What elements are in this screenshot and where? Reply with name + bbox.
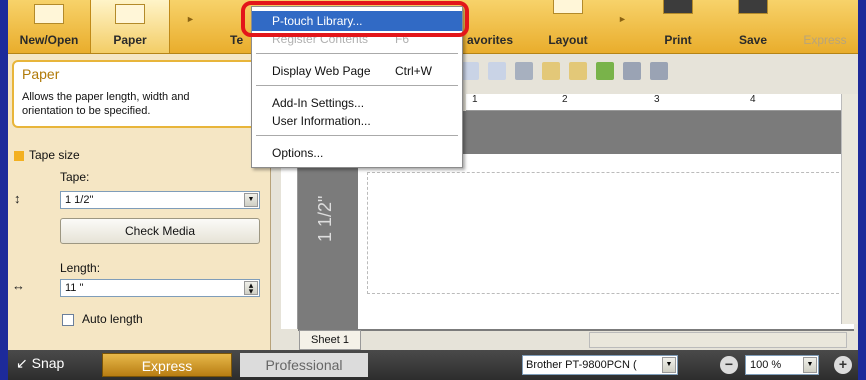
- arrow-icon: ►: [618, 14, 627, 24]
- new-open-button[interactable]: New/Open: [8, 0, 90, 53]
- paper-panel: Paper Allows the paper length, width and…: [8, 54, 271, 350]
- document-icon: [34, 4, 64, 24]
- undo-icon[interactable]: [596, 62, 615, 80]
- menu-item-add-in-settings[interactable]: Add-In Settings...: [252, 93, 462, 113]
- chevron-down-icon[interactable]: ▼: [803, 357, 817, 373]
- panel-title: Paper: [22, 66, 60, 82]
- copy-icon[interactable]: [542, 62, 561, 80]
- zoom-in-icon[interactable]: +: [834, 356, 852, 374]
- paper-icon: [115, 4, 145, 24]
- paper-info-box: Paper Allows the paper length, width and…: [12, 60, 264, 128]
- horizontal-scrollbar[interactable]: [589, 332, 847, 348]
- redo-icon[interactable]: [623, 62, 642, 80]
- tape-width-label: 1 1/2": [315, 195, 335, 242]
- app-window: New/Open Paper ► Te avorites Layout ► Pr…: [8, 0, 858, 380]
- chevron-down-icon[interactable]: ▼: [244, 193, 258, 207]
- arrow-icon: ►: [186, 14, 195, 24]
- paste-icon[interactable]: [569, 62, 588, 80]
- align-icon[interactable]: [488, 62, 507, 80]
- chevron-down-icon[interactable]: ▼: [662, 357, 676, 373]
- grid-icon[interactable]: [461, 62, 479, 80]
- check-media-button[interactable]: Check Media: [60, 218, 260, 244]
- printer-select[interactable]: Brother PT-9800PCN ( ▼: [522, 355, 678, 375]
- sheet-tab[interactable]: Sheet 1: [299, 330, 361, 350]
- menu-separator: [256, 85, 458, 86]
- print-button[interactable]: Print: [640, 0, 716, 53]
- express-mode-button[interactable]: Express: [102, 353, 232, 377]
- tape-label: Tape:: [60, 170, 90, 184]
- horizontal-ruler: 1 2 3 4: [466, 94, 846, 111]
- auto-length-checkbox[interactable]: [62, 314, 74, 326]
- tape-length-icon: ↔: [12, 278, 25, 293]
- disk-icon: [738, 0, 768, 14]
- favorites-button[interactable]: avorites: [460, 0, 520, 53]
- menu-item-options[interactable]: Options...: [252, 143, 462, 163]
- professional-mode-button[interactable]: Professional: [240, 353, 368, 377]
- length-label: Length:: [60, 261, 101, 275]
- length-input[interactable]: 11 " ▴ ▾: [60, 279, 260, 297]
- cut-icon[interactable]: [515, 62, 534, 80]
- printer-icon: [663, 0, 693, 14]
- edit-toolbar: [461, 62, 674, 84]
- vertical-ruler: [281, 149, 298, 329]
- express-button[interactable]: Express: [792, 0, 858, 53]
- layout-button[interactable]: Layout: [530, 0, 606, 53]
- spinner-icon[interactable]: ▴ ▾: [244, 281, 258, 296]
- snap-icon: ↙: [16, 355, 28, 371]
- menu-separator: [256, 135, 458, 136]
- menu-separator: [256, 53, 458, 54]
- paper-button[interactable]: Paper: [90, 0, 170, 53]
- layout-icon: [553, 0, 583, 14]
- print-area[interactable]: [367, 172, 849, 294]
- vertical-scrollbar[interactable]: [841, 94, 858, 324]
- zoom-select[interactable]: 100 % ▼: [745, 355, 819, 375]
- highlight-callout: [241, 1, 469, 37]
- properties-icon[interactable]: [650, 62, 669, 80]
- tape-width-icon: ↕: [14, 191, 21, 206]
- panel-description: Allows the paper length, width and orien…: [22, 91, 190, 117]
- menu-item-user-information[interactable]: User Information...: [252, 111, 462, 131]
- save-button[interactable]: Save: [720, 0, 786, 53]
- tape-size-section: Tape size: [14, 148, 80, 162]
- menu-item-display-web-page[interactable]: Display Web Page Ctrl+W: [252, 61, 462, 81]
- section-bullet-icon: [14, 150, 24, 161]
- snap-button[interactable]: ↙ Snap: [16, 355, 64, 372]
- zoom-out-icon[interactable]: −: [720, 356, 738, 374]
- auto-length-label: Auto length: [82, 312, 143, 326]
- tape-select[interactable]: 1 1/2" ▼: [60, 191, 260, 209]
- status-bar: ↙ Snap Express Professional Brother PT-9…: [8, 350, 858, 380]
